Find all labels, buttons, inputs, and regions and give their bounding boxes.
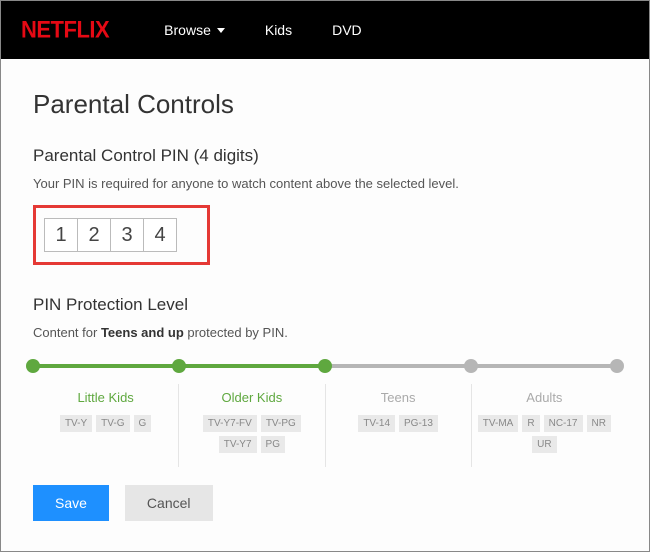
nav-kids[interactable]: Kids [265, 22, 292, 38]
protect-prefix: Content for [33, 325, 101, 340]
pin-digit-4[interactable] [143, 218, 177, 252]
rating-badge: PG-13 [399, 415, 438, 432]
slider-stop[interactable] [318, 359, 332, 373]
chevron-down-icon [217, 28, 225, 33]
page-title: Parental Controls [33, 89, 617, 120]
cancel-button[interactable]: Cancel [125, 485, 213, 521]
top-bar: NETFLIX Browse Kids DVD [1, 1, 649, 59]
nav-browse[interactable]: Browse [164, 22, 225, 38]
netflix-logo[interactable]: NETFLIX [21, 16, 109, 45]
protect-level-name: Teens and up [101, 325, 184, 340]
button-row: Save Cancel [33, 485, 617, 521]
rating-badge: G [134, 415, 152, 432]
pin-digit-1[interactable] [44, 218, 78, 252]
pin-digit-2[interactable] [77, 218, 111, 252]
rating-badge: TV-PG [261, 415, 301, 432]
protection-level-text: Content for Teens and up protected by PI… [33, 325, 617, 340]
level-title: Teens [330, 390, 467, 405]
slider-stop[interactable] [610, 359, 624, 373]
slider-stop[interactable] [464, 359, 478, 373]
rating-badge: TV-14 [358, 415, 395, 432]
rating-badge: TV-Y7 [219, 436, 257, 453]
slider-stop[interactable] [26, 359, 40, 373]
rating-badge: TV-Y7-FV [203, 415, 257, 432]
nav-dvd[interactable]: DVD [332, 22, 362, 38]
rating-badge: R [522, 415, 539, 432]
level-column[interactable]: Little Kids TV-YTV-G G [33, 384, 179, 467]
pin-description: Your PIN is required for anyone to watch… [33, 176, 617, 191]
pin-digit-3[interactable] [110, 218, 144, 252]
nav-browse-label: Browse [164, 22, 211, 38]
level-column[interactable]: Older Kids TV-Y7-FVTV-PGTV-Y7PG [179, 384, 325, 467]
nav-links: Browse Kids DVD [164, 22, 361, 38]
ratings-group: TV-MAR NC-17NR UR [476, 415, 613, 453]
level-column[interactable]: Adults TV-MAR NC-17NR UR [472, 384, 617, 467]
rating-badge: NR [587, 415, 611, 432]
rating-badge: NC-17 [544, 415, 583, 432]
ratings-group: TV-Y7-FVTV-PGTV-Y7PG [183, 415, 320, 453]
pin-input-group [44, 218, 177, 252]
save-button[interactable]: Save [33, 485, 109, 521]
rating-badge: UR [532, 436, 556, 453]
pin-heading: Parental Control PIN (4 digits) [33, 146, 617, 166]
rating-badge: TV-Y [60, 415, 92, 432]
level-column[interactable]: Teens TV-14PG-13 [326, 384, 472, 467]
ratings-group: TV-YTV-G G [37, 415, 174, 432]
content-area: Parental Controls Parental Control PIN (… [1, 59, 649, 551]
slider-stop[interactable] [172, 359, 186, 373]
level-title: Adults [476, 390, 613, 405]
level-title: Little Kids [37, 390, 174, 405]
protection-slider[interactable] [33, 362, 617, 370]
level-title: Older Kids [183, 390, 320, 405]
protect-suffix: protected by PIN. [184, 325, 288, 340]
app-frame: NETFLIX Browse Kids DVD Parental Control… [0, 0, 650, 552]
rating-badge: TV-G [96, 415, 129, 432]
protection-level-heading: PIN Protection Level [33, 295, 617, 315]
rating-badge: TV-MA [478, 415, 519, 432]
levels-row: Little KidsTV-YTV-GGOlder KidsTV-Y7-FVTV… [33, 384, 617, 467]
ratings-group: TV-14PG-13 [330, 415, 467, 432]
rating-badge: PG [261, 436, 285, 453]
pin-highlight-box [33, 205, 210, 265]
